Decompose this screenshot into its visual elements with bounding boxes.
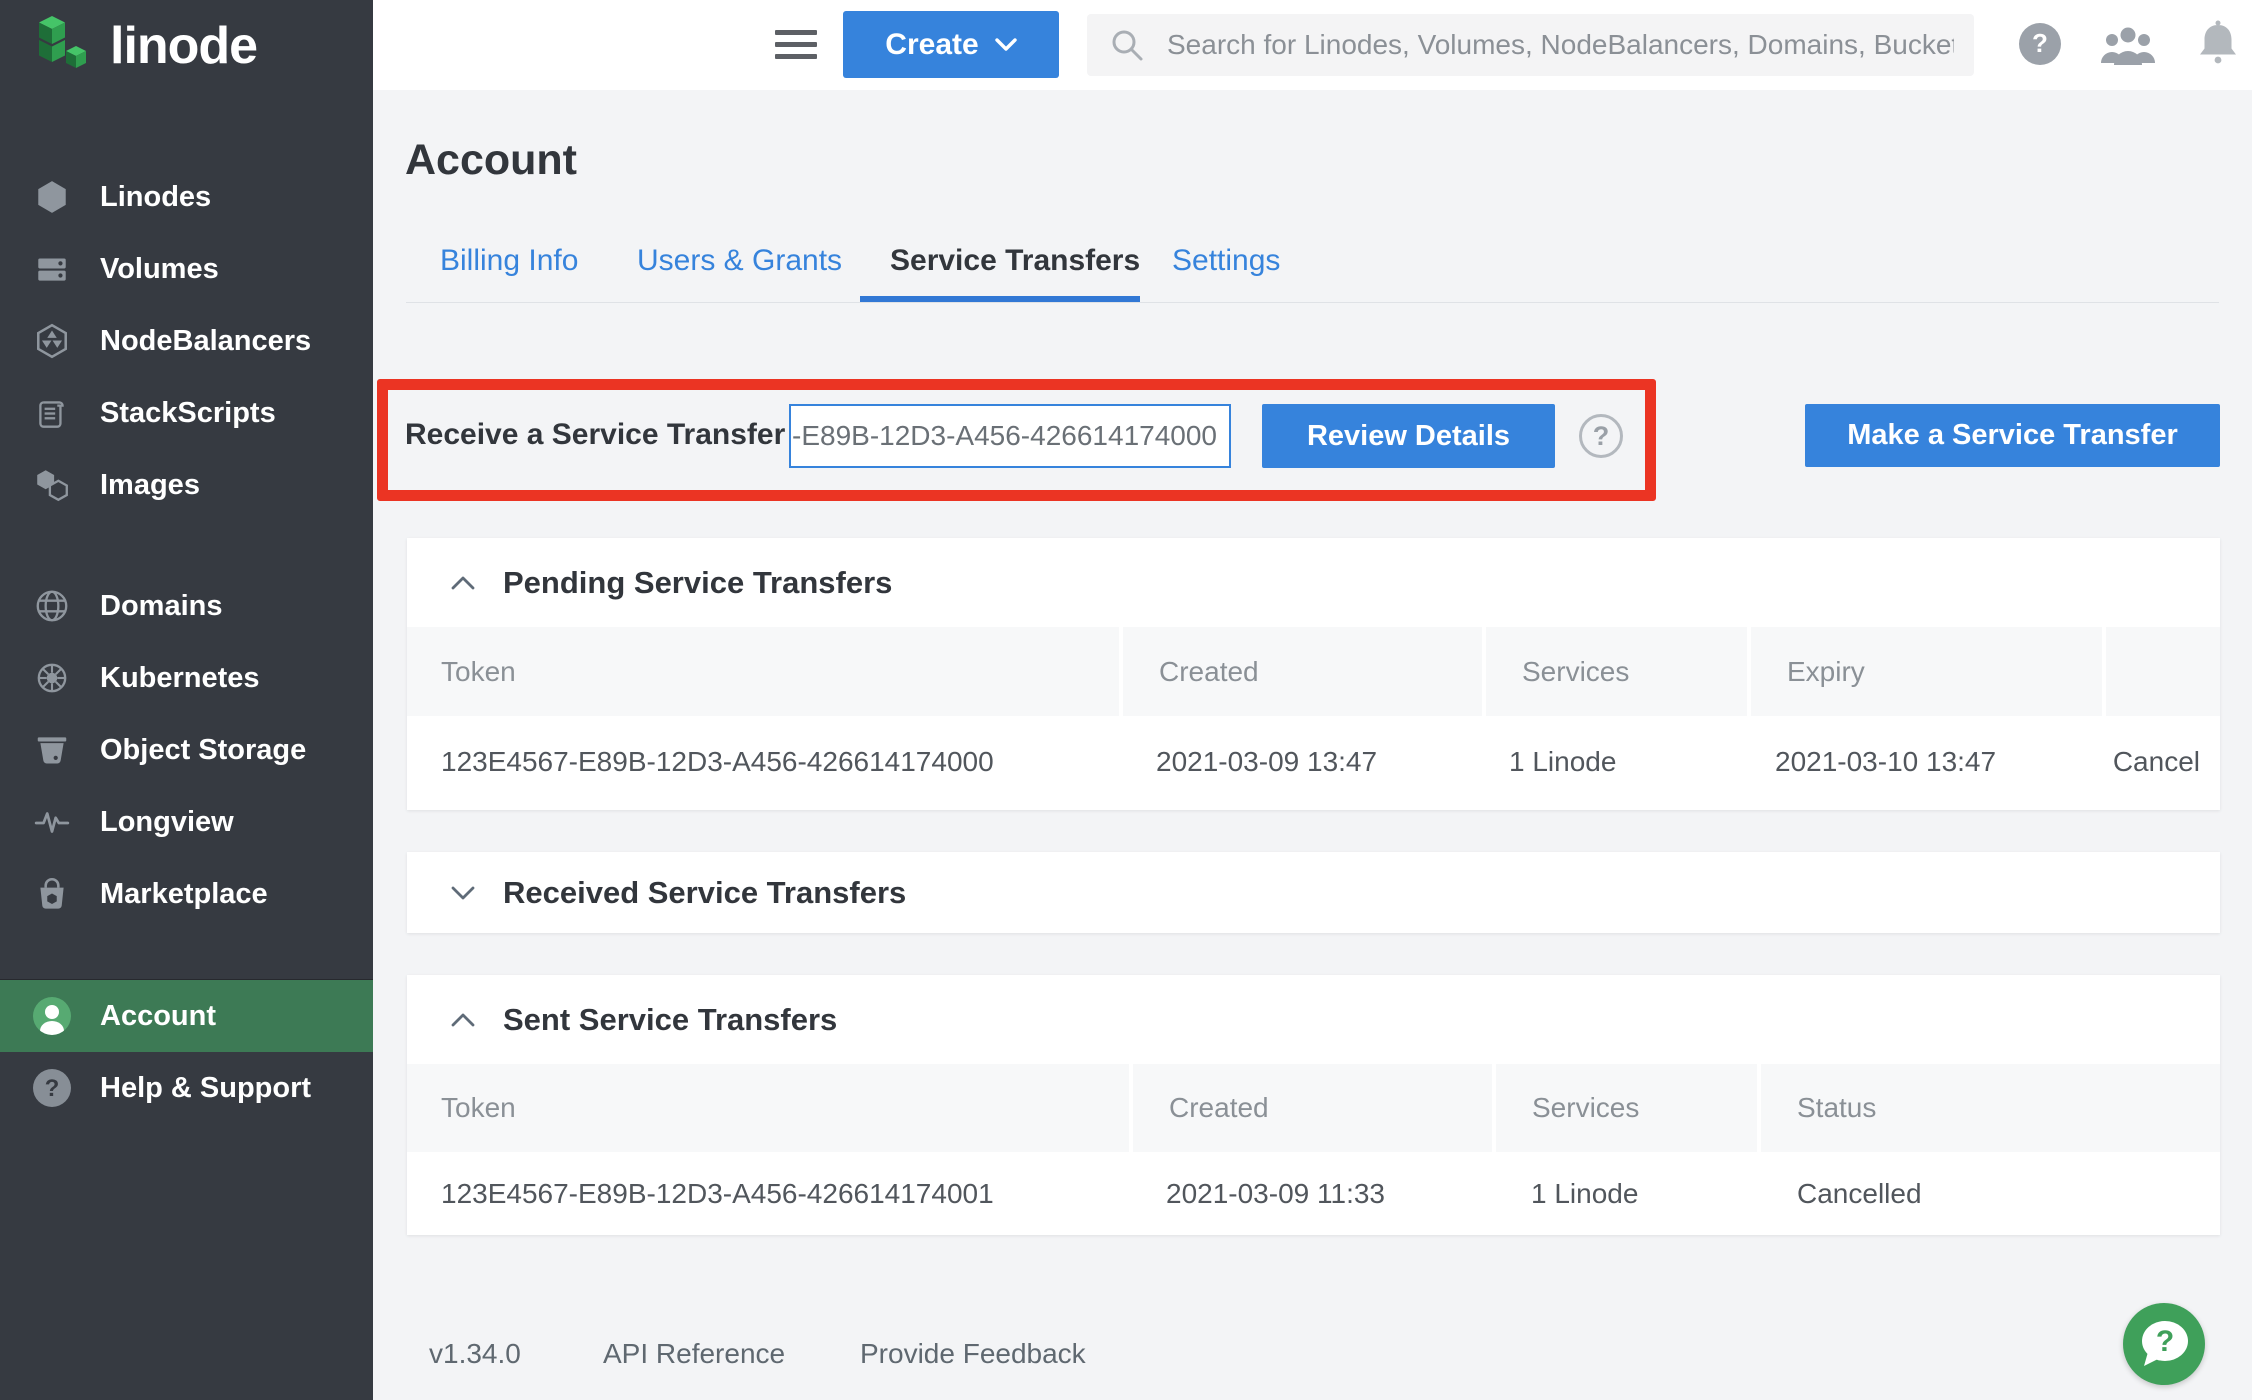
column-header-status: Status [1761, 1064, 2220, 1152]
app-version-label[interactable]: v1.34.0 [429, 1338, 521, 1370]
notifications-bell-icon[interactable] [2195, 18, 2241, 70]
pending-transfer-row: 123E4567-E89B-12D3-A456-426614174000 202… [407, 716, 2220, 808]
linode-logo-text: linode [110, 16, 257, 76]
chevron-down-icon [995, 38, 1017, 52]
tab-users-grants[interactable]: Users & Grants [637, 244, 842, 278]
top-header: Create Search for Linodes, Volumes, Node… [373, 0, 2252, 90]
search-placeholder: Search for Linodes, Volumes, NodeBalance… [1167, 29, 1954, 61]
api-reference-link[interactable]: API Reference [603, 1338, 785, 1370]
sidebar-item-domains[interactable]: Domains [0, 570, 373, 642]
receive-transfer-label: Receive a Service Transfer [405, 418, 785, 452]
sidebar: linode Linodes Volumes [0, 0, 373, 1400]
svg-text:?: ? [45, 1075, 60, 1102]
expand-chevron-down-icon[interactable] [449, 884, 477, 902]
hamburger-menu-icon[interactable] [775, 30, 817, 60]
global-search-input[interactable]: Search for Linodes, Volumes, NodeBalance… [1087, 14, 1974, 76]
sidebar-nav-account: Account ? Help & Support [0, 979, 373, 1124]
tab-settings[interactable]: Settings [1172, 244, 1280, 278]
sidebar-item-help-support[interactable]: ? Help & Support [0, 1052, 373, 1124]
linode-logo-icon [34, 14, 96, 78]
receive-token-value: 123E4567-E89B-12D3-A456-426614174000 [789, 420, 1217, 452]
sent-transfers-title: Sent Service Transfers [503, 1002, 837, 1038]
column-header-token: Token [407, 627, 1119, 716]
sidebar-item-images[interactable]: Images [0, 449, 373, 521]
sidebar-item-nodebalancers[interactable]: NodeBalancers [0, 305, 373, 377]
column-header-expiry: Expiry [1751, 627, 2102, 716]
sidebar-item-object-storage[interactable]: Object Storage [0, 714, 373, 786]
make-service-transfer-button[interactable]: Make a Service Transfer [1805, 404, 2220, 467]
question-circle-icon: ? [32, 1068, 72, 1108]
bucket-icon [32, 731, 72, 769]
stackscript-icon [32, 394, 72, 432]
linode-icon [32, 178, 72, 216]
sidebar-item-longview[interactable]: Longview [0, 786, 373, 858]
create-button-label: Create [885, 28, 978, 62]
pending-transfers-card: Pending Service Transfers Token Created … [407, 538, 2220, 810]
pending-table-header: Token Created Services Expiry [407, 627, 2220, 716]
nodebalancer-icon [32, 322, 72, 360]
pending-services-value: 1 Linode [1509, 746, 1616, 778]
domain-globe-icon [32, 587, 72, 625]
sent-created-value: 2021-03-09 11:33 [1166, 1178, 1385, 1210]
receive-token-input[interactable]: 123E4567-E89B-12D3-A456-426614174000 [789, 404, 1231, 468]
account-person-icon [32, 996, 72, 1036]
column-header-created: Created [1123, 627, 1482, 716]
sent-status-value: Cancelled [1797, 1178, 1922, 1210]
column-header-token: Token [407, 1064, 1129, 1152]
pending-token-link[interactable]: 123E4567-E89B-12D3-A456-426614174000 [441, 746, 994, 778]
pending-expiry-value: 2021-03-10 13:47 [1775, 746, 1996, 778]
tab-billing-info[interactable]: Billing Info [440, 244, 578, 278]
kubernetes-icon [32, 659, 72, 697]
column-header-services: Services [1496, 1064, 1757, 1152]
help-icon[interactable]: ? [2017, 21, 2063, 67]
received-transfers-card: Received Service Transfers [407, 852, 2220, 933]
cancel-transfer-link[interactable]: Cancel [2113, 746, 2200, 778]
longview-pulse-icon [32, 803, 72, 841]
create-button[interactable]: Create [843, 11, 1059, 78]
sent-transfers-card: Sent Service Transfers Token Created Ser… [407, 975, 2220, 1235]
search-icon [1109, 27, 1145, 63]
svg-text:?: ? [2156, 1325, 2174, 1358]
tab-service-transfers[interactable]: Service Transfers [890, 244, 1140, 278]
community-icon[interactable] [2098, 25, 2158, 69]
support-chat-button[interactable]: ? [2123, 1303, 2205, 1385]
column-header-actions [2106, 627, 2220, 716]
received-transfers-title: Received Service Transfers [503, 875, 906, 911]
page-title: Account [405, 136, 577, 185]
collapse-chevron-up-icon[interactable] [449, 574, 477, 592]
column-header-created: Created [1133, 1064, 1492, 1152]
image-icon [32, 466, 72, 504]
pending-created-value: 2021-03-09 13:47 [1156, 746, 1377, 778]
sidebar-nav-compute: Linodes Volumes [0, 161, 373, 521]
linode-logo[interactable]: linode [34, 14, 257, 78]
column-header-services: Services [1486, 627, 1747, 716]
provide-feedback-link[interactable]: Provide Feedback [860, 1338, 1086, 1370]
sidebar-item-account[interactable]: Account [0, 980, 373, 1052]
svg-text:?: ? [2032, 28, 2048, 58]
linode-cloud-manager: Create Search for Linodes, Volumes, Node… [0, 0, 2252, 1400]
marketplace-bag-icon [32, 875, 72, 913]
sidebar-item-marketplace[interactable]: Marketplace [0, 858, 373, 930]
sent-table-header: Token Created Services Status [407, 1064, 2220, 1152]
pending-transfers-title: Pending Service Transfers [503, 565, 892, 601]
sent-services-value: 1 Linode [1531, 1178, 1638, 1210]
sent-token-link[interactable]: 123E4567-E89B-12D3-A456-426614174001 [441, 1178, 994, 1210]
review-details-button[interactable]: Review Details [1262, 404, 1555, 468]
receive-help-icon[interactable]: ? [1579, 414, 1623, 458]
sidebar-item-volumes[interactable]: Volumes [0, 233, 373, 305]
sent-transfer-row: 123E4567-E89B-12D3-A456-426614174001 202… [407, 1152, 2220, 1235]
sidebar-nav-services: Domains Kubernetes [0, 570, 373, 930]
sidebar-item-linodes[interactable]: Linodes [0, 161, 373, 233]
tabs-divider [406, 302, 2219, 303]
sidebar-item-stackscripts[interactable]: StackScripts [0, 377, 373, 449]
volume-icon [32, 250, 72, 288]
collapse-chevron-up-icon[interactable] [449, 1011, 477, 1029]
sidebar-item-kubernetes[interactable]: Kubernetes [0, 642, 373, 714]
chat-bubble-question-icon: ? [2136, 1318, 2192, 1370]
